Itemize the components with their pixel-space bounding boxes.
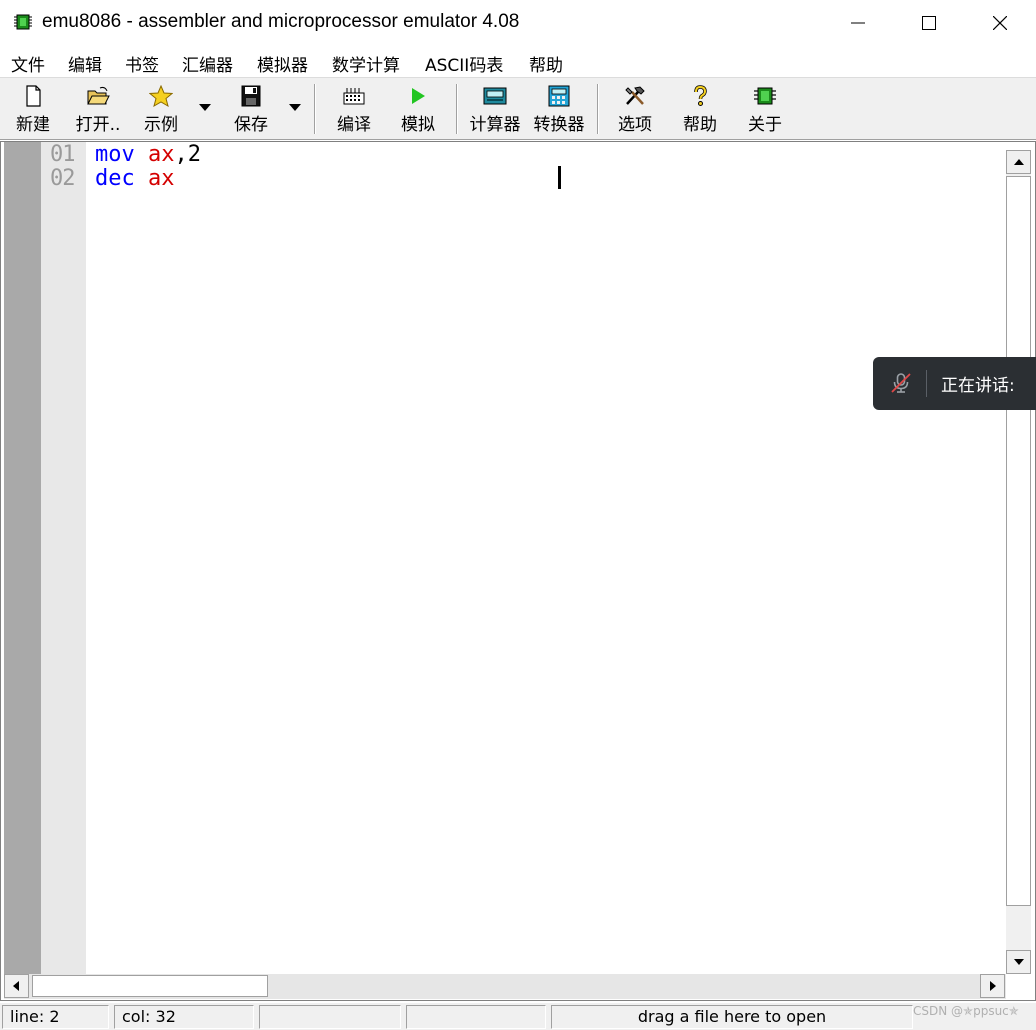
status-empty-panel (259, 1005, 401, 1029)
play-icon (412, 88, 425, 104)
close-button[interactable] (965, 0, 1035, 46)
floppy-disk-icon (241, 85, 261, 107)
scroll-right-button[interactable] (980, 974, 1005, 998)
save-label: 保存 (234, 115, 268, 135)
text-caret (558, 166, 561, 189)
arrow-right-icon (990, 981, 996, 991)
line-number: 02 (50, 166, 75, 191)
speaking-label: 正在讲话: (941, 376, 1015, 396)
toolbar: 新建 打开.. 示例 保存 编译 模拟 计算器 转换器 选项 帮助 关于 (0, 77, 1036, 140)
menu-bar: 文件 编辑 书签 汇编器 模拟器 数学计算 ASCII码表 帮助 (0, 46, 1036, 76)
maximize-button[interactable] (894, 0, 964, 46)
compile-icon (343, 88, 365, 105)
vertical-scrollbar[interactable] (1006, 150, 1031, 974)
menu-assembler[interactable]: 汇编器 (182, 51, 233, 76)
toolbar-separator (456, 84, 458, 134)
toolbar-separator (314, 84, 316, 134)
menu-bookmarks[interactable]: 书签 (125, 51, 159, 76)
microphone-muted-icon (891, 373, 911, 393)
new-file-icon (26, 85, 41, 107)
tools-icon (625, 86, 645, 105)
calculator-icon (483, 87, 507, 105)
examples-button[interactable]: 示例 (136, 82, 186, 136)
horizontal-scrollbar[interactable] (4, 974, 1006, 999)
question-mark-icon (694, 85, 707, 106)
status-line: line: 2 (2, 1005, 109, 1029)
maximize-icon (922, 16, 936, 30)
options-label: 选项 (618, 115, 652, 135)
code-register: ax (148, 166, 175, 191)
watermark: CSDN @✯ppsuc✯ (913, 1004, 1019, 1018)
status-hint: drag a file here to open (551, 1005, 913, 1029)
chip-icon (14, 14, 32, 30)
open-label: 打开.. (75, 115, 121, 135)
star-icon (149, 85, 173, 107)
about-button[interactable]: 关于 (740, 82, 790, 136)
menu-help[interactable]: 帮助 (529, 51, 563, 76)
code-register: ax (148, 142, 175, 167)
open-button[interactable]: 打开.. (70, 82, 126, 136)
converter-button[interactable]: 转换器 (530, 82, 588, 136)
open-folder-icon (87, 86, 110, 105)
minimize-button[interactable] (823, 0, 893, 46)
help-button[interactable]: 帮助 (675, 82, 725, 136)
code-line[interactable]: dec ax (95, 166, 175, 191)
line-number-gutter: 01 02 (41, 142, 86, 974)
status-bar: line: 2 col: 32 drag a file here to open (0, 1003, 1036, 1030)
code-line[interactable]: mov ax,2 (95, 142, 201, 167)
status-col: col: 32 (114, 1005, 254, 1029)
calculator-button[interactable]: 计算器 (466, 82, 524, 136)
overlay-divider (926, 370, 927, 397)
code-keyword: mov (95, 142, 135, 167)
new-button[interactable]: 新建 (8, 82, 58, 136)
line-number: 01 (50, 142, 75, 167)
status-empty-panel (406, 1005, 546, 1029)
vertical-scroll-thumb[interactable] (1006, 176, 1031, 906)
arrow-left-icon (13, 981, 19, 991)
code-keyword: dec (95, 166, 135, 191)
minimize-icon (851, 22, 865, 24)
speaking-indicator: 正在讲话: (873, 357, 1036, 410)
scroll-left-button[interactable] (4, 974, 29, 998)
examples-label: 示例 (144, 115, 178, 135)
about-label: 关于 (748, 115, 782, 135)
emulate-button[interactable]: 模拟 (393, 82, 443, 136)
menu-emulator[interactable]: 模拟器 (257, 51, 308, 76)
converter-label: 转换器 (533, 115, 585, 135)
code-operand: ,2 (174, 142, 202, 167)
scroll-down-button[interactable] (1006, 950, 1031, 974)
compile-label: 编译 (337, 115, 371, 135)
menu-edit[interactable]: 编辑 (68, 51, 102, 76)
menu-file[interactable]: 文件 (11, 51, 45, 76)
close-icon (993, 16, 1007, 30)
title-bar: emu8086 - assembler and microprocessor e… (0, 0, 1036, 46)
breakpoint-gutter[interactable] (4, 142, 41, 974)
help-label: 帮助 (683, 115, 717, 135)
calculator-label: 计算器 (469, 115, 521, 135)
menu-ascii[interactable]: ASCII码表 (425, 51, 503, 76)
new-label: 新建 (16, 115, 50, 135)
horizontal-scroll-thumb[interactable] (32, 975, 268, 997)
save-dropdown-icon[interactable] (289, 104, 301, 111)
toolbar-separator (597, 84, 599, 134)
compile-button[interactable]: 编译 (328, 82, 380, 136)
arrow-up-icon (1014, 159, 1024, 165)
arrow-down-icon (1014, 959, 1024, 965)
options-button[interactable]: 选项 (610, 82, 660, 136)
chip-icon (754, 87, 776, 105)
window-title: emu8086 - assembler and microprocessor e… (42, 11, 520, 32)
examples-dropdown-icon[interactable] (199, 104, 211, 111)
save-button[interactable]: 保存 (226, 82, 276, 136)
emulate-label: 模拟 (401, 115, 435, 135)
menu-math[interactable]: 数学计算 (332, 51, 400, 76)
converter-icon (548, 85, 570, 107)
scroll-up-button[interactable] (1006, 150, 1031, 174)
code-editor[interactable]: 01 02 mov ax,2 dec ax (0, 141, 1036, 1001)
